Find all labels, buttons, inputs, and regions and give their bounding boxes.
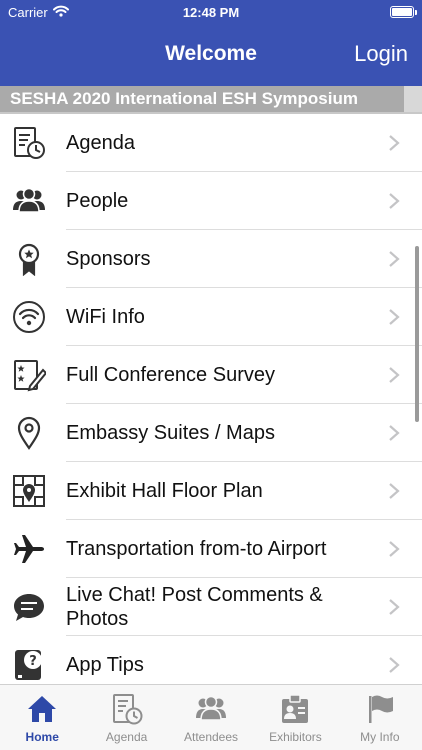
event-banner: SESHA 2020 International ESH Symposium: [0, 86, 422, 114]
menu-item-label: People: [66, 190, 129, 212]
menu-item-label: Transportation from-to Airport: [66, 538, 327, 560]
menu-item-label: App Tips: [66, 654, 144, 676]
carrier-label: Carrier: [8, 4, 48, 20]
chevron-right-icon: [389, 193, 400, 209]
login-button[interactable]: Login: [354, 41, 408, 67]
nav-bar: Welcome Login: [0, 24, 422, 86]
exhibitors-icon: [282, 694, 309, 723]
menu-item-app-tips[interactable]: ? App Tips: [0, 636, 422, 684]
tab-attendees[interactable]: Attendees: [169, 685, 253, 750]
tab-label: My Info: [360, 730, 400, 744]
chevron-right-icon: [389, 251, 400, 267]
home-icon: [28, 696, 57, 722]
chevron-right-icon: [389, 483, 400, 499]
chat-bubble-icon: [12, 590, 46, 624]
menu-item-wifi-info[interactable]: WiFi Info: [0, 288, 422, 346]
flag-icon: [368, 695, 393, 723]
survey-icon: [12, 358, 46, 392]
map-pin-icon: [12, 416, 46, 450]
tab-label: Attendees: [183, 730, 239, 744]
wifi-icon: [12, 300, 46, 334]
menu-item-exhibit-hall-floor-plan[interactable]: Exhibit Hall Floor Plan: [0, 462, 422, 520]
event-banner-text: SESHA 2020 International ESH Symposium: [10, 89, 358, 108]
people-icon: [12, 184, 46, 218]
banner-accent: [404, 86, 422, 112]
agenda-icon: [12, 126, 46, 160]
tab-home[interactable]: Home: [0, 685, 84, 750]
menu-item-label: Full Conference Survey: [66, 364, 275, 386]
tips-icon: ?: [12, 648, 46, 682]
menu-item-live-chat[interactable]: Live Chat! Post Comments & Photos: [0, 578, 422, 636]
menu-item-label: Exhibit Hall Floor Plan: [66, 480, 263, 502]
menu-item-people[interactable]: People: [0, 172, 422, 230]
tab-agenda[interactable]: Agenda: [84, 685, 168, 750]
menu-item-label: Sponsors: [66, 248, 151, 270]
chevron-right-icon: [389, 599, 400, 615]
chevron-right-icon: [389, 135, 400, 151]
tab-label: Agenda: [105, 730, 148, 744]
scrollbar[interactable]: [415, 246, 419, 422]
attendees-icon: [196, 695, 227, 721]
chevron-right-icon: [389, 367, 400, 383]
menu-item-full-conference-survey[interactable]: Full Conference Survey: [0, 346, 422, 404]
tab-exhibitors[interactable]: Exhibitors: [253, 685, 337, 750]
menu-item-embassy-suites-maps[interactable]: Embassy Suites / Maps: [0, 404, 422, 462]
menu-item-transportation[interactable]: Transportation from-to Airport: [0, 520, 422, 578]
chevron-right-icon: [389, 309, 400, 325]
menu-item-label: Live Chat! Post Comments & Photos: [66, 584, 323, 630]
menu-list[interactable]: Agenda People Sponsors WiFi Info Full Co…: [0, 114, 422, 684]
tab-my-info[interactable]: My Info: [338, 685, 422, 750]
chevron-right-icon: [389, 657, 400, 673]
airplane-icon: [12, 532, 46, 566]
menu-item-label: Agenda: [66, 132, 135, 154]
status-left: Carrier: [8, 5, 69, 20]
tab-label: Exhibitors: [269, 730, 322, 744]
agenda-icon: [112, 694, 143, 725]
menu-item-agenda[interactable]: Agenda: [0, 114, 422, 172]
chevron-right-icon: [389, 541, 400, 557]
battery-icon: [390, 6, 417, 18]
menu-item-label: WiFi Info: [66, 306, 145, 328]
chevron-right-icon: [389, 425, 400, 441]
ribbon-icon: [12, 242, 46, 276]
svg-text:?: ?: [29, 654, 37, 669]
status-bar: Carrier 12:48 PM: [0, 0, 422, 24]
menu-item-sponsors[interactable]: Sponsors: [0, 230, 422, 288]
tab-bar: Home Agenda Attendees Exhibitors My Info: [0, 684, 422, 750]
tab-label: Home: [25, 730, 59, 744]
floor-plan-icon: [12, 474, 46, 508]
menu-item-label: Embassy Suites / Maps: [66, 422, 275, 444]
wifi-signal-icon: [52, 5, 69, 20]
